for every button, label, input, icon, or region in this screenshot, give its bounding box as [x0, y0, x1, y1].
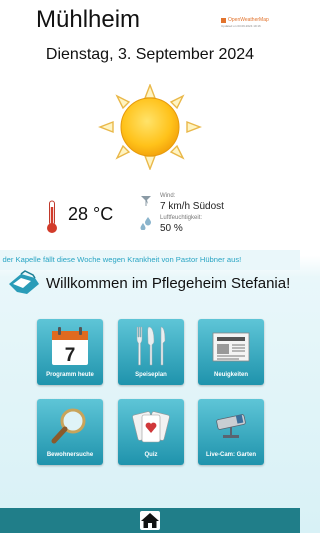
- thermometer-icon: [47, 200, 57, 233]
- humidity-label: Luftfeuchtigkeit:: [160, 215, 203, 221]
- tile-neuigkeiten[interactable]: Neuigkeiten: [198, 319, 264, 385]
- news-ticker: In der Kapelle fällt diese Woche wegen K…: [0, 250, 300, 270]
- camera-icon: [216, 414, 246, 438]
- temperature: 28 °C: [68, 204, 114, 224]
- magnifier-icon: [51, 408, 86, 444]
- welcome-hand-icon: [9, 270, 39, 294]
- tile-label: Programm heute: [46, 372, 94, 378]
- tile-label: Live-Cam: Garten: [205, 452, 256, 458]
- tile-quiz[interactable]: Quiz: [118, 399, 184, 465]
- tile-label: Speiseplan: [135, 372, 167, 378]
- tile-label: Neuigkeiten: [213, 372, 248, 378]
- tile-live-cam-garten[interactable]: Live-Cam: Garten: [198, 399, 264, 465]
- wind-label: Wind:: [160, 193, 176, 199]
- newspaper-icon: [212, 332, 250, 362]
- city-name: Mühlheim: [36, 6, 141, 33]
- home-button[interactable]: [140, 511, 160, 530]
- openweathermap-logo-icon: [221, 17, 226, 23]
- tile-programm-heute[interactable]: 7 Programm heute: [37, 319, 103, 385]
- humidity-drops-icon: [140, 217, 151, 230]
- ticker-text: In der Kapelle fällt diese Woche wegen K…: [0, 255, 242, 264]
- calendar-day: 7: [65, 345, 76, 366]
- current-date: Dienstag, 3. September 2024: [45, 46, 255, 63]
- cutlery-icon: [136, 326, 166, 366]
- sun-icon: [98, 84, 202, 170]
- welcome-message: Willkommen im Pflegeheim Stefania!: [46, 275, 291, 292]
- home-icon: [141, 513, 159, 528]
- wind-value: 7 km/h Südost: [160, 201, 224, 212]
- tile-speiseplan[interactable]: Speiseplan: [118, 319, 184, 385]
- calendar-icon: 7: [52, 327, 88, 366]
- update-timestamp: Updated on 03.09.2024 19:16: [221, 24, 261, 28]
- tile-label: Quiz: [144, 452, 158, 458]
- wind-icon: [141, 196, 151, 206]
- humidity-value: 50 %: [160, 223, 183, 234]
- tile-label: Bewohnersuche: [46, 452, 94, 458]
- provider-name: OpenWeatherMap: [228, 17, 269, 23]
- playing-cards-icon: [132, 411, 170, 443]
- tile-bewohnersuche[interactable]: Bewohnersuche: [37, 399, 103, 465]
- weather-provider: OpenWeatherMap Updated on 03.09.2024 19:…: [221, 17, 277, 28]
